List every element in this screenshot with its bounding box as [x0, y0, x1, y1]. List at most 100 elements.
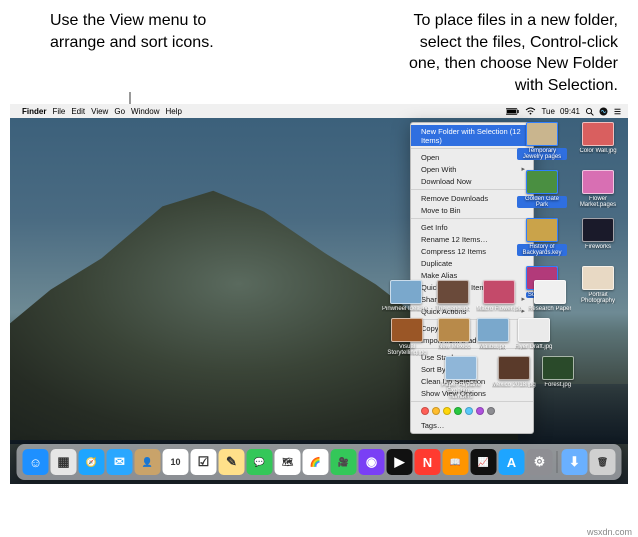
- desktop-file-icon[interactable]: Mexico 2018.jpg: [492, 356, 536, 400]
- desktop-file-icon[interactable]: Portrait Photography: [572, 266, 624, 310]
- file-label: Color Wall.jpg: [579, 148, 616, 154]
- battery-status-icon[interactable]: [506, 108, 520, 115]
- menubar-time[interactable]: 09:41: [560, 107, 580, 116]
- tag-color-dot[interactable]: [421, 407, 429, 415]
- file-label: History of Backyards.key: [517, 244, 567, 256]
- messages-icon[interactable]: 💬: [247, 449, 273, 475]
- desktop-file-icon[interactable]: Temporary Jewelry pages: [516, 122, 568, 166]
- desktop-file-icon[interactable]: Fireworks: [572, 218, 624, 262]
- file-thumbnail: [483, 280, 515, 304]
- watermark: wsxdn.com: [587, 527, 632, 537]
- context-menu-item[interactable]: Remove Downloads: [411, 192, 533, 204]
- downloads-icon[interactable]: ⬇: [562, 449, 588, 475]
- file-label: Malibu.jpg: [479, 344, 506, 350]
- spotlight-icon[interactable]: [585, 107, 594, 116]
- photos-icon[interactable]: 🌈: [303, 449, 329, 475]
- notification-center-icon[interactable]: [613, 107, 622, 116]
- siri-icon[interactable]: [599, 107, 608, 116]
- tag-color-dot[interactable]: [476, 407, 484, 415]
- file-label: Macro Flower.jpg: [476, 306, 522, 312]
- maps-icon[interactable]: 🗺: [275, 449, 301, 475]
- safari-icon[interactable]: 🧭: [79, 449, 105, 475]
- file-thumbnail: [582, 266, 614, 290]
- desktop-file-icon[interactable]: The gang.jpg: [435, 280, 470, 312]
- menubar-item-window[interactable]: Window: [131, 107, 159, 116]
- desktop-file-icon[interactable]: Malibu.jpg: [477, 318, 509, 356]
- desktop-file-icon[interactable]: Golden Gate Park: [516, 170, 568, 214]
- calendar-icon[interactable]: 10: [163, 449, 189, 475]
- desktop-file-icon[interactable]: Forest.jpg: [542, 356, 574, 400]
- news-icon[interactable]: N: [415, 449, 441, 475]
- context-menu-item[interactable]: Open With▸: [411, 163, 533, 175]
- contacts-icon[interactable]: 👤: [135, 449, 161, 475]
- context-menu-item[interactable]: Compress 12 Items: [411, 245, 533, 257]
- menubar-item-help[interactable]: Help: [165, 107, 181, 116]
- context-menu-item[interactable]: Move to Bin: [411, 204, 533, 216]
- desktop-file-icon[interactable]: New Mexico: [438, 318, 471, 356]
- annotation-right: To place files in a new folder, select t…: [388, 10, 618, 96]
- menubar-item-file[interactable]: File: [52, 107, 65, 116]
- context-menu-item[interactable]: Open: [411, 151, 533, 163]
- finder-icon[interactable]: ☺: [23, 449, 49, 475]
- file-label: Research Paper: [528, 306, 571, 312]
- wifi-status-icon[interactable]: [525, 107, 536, 115]
- menubar-app-name[interactable]: Finder: [22, 107, 46, 116]
- file-label: Mexico 2018.jpg: [492, 382, 536, 388]
- context-menu-item[interactable]: Get Info: [411, 221, 533, 233]
- trash-icon[interactable]: 🗑: [590, 449, 616, 475]
- desktop-file-icon[interactable]: Flyer Draft.jpg: [515, 318, 553, 356]
- tv-icon[interactable]: ▶: [387, 449, 413, 475]
- menubar-item-go[interactable]: Go: [114, 107, 125, 116]
- file-thumbnail: [526, 218, 558, 242]
- file-thumbnail: [526, 122, 558, 146]
- file-label: Paper Airplane Experim…numbers: [436, 382, 486, 400]
- menubar: Finder File Edit View Go Window Help Tue 09:4…: [10, 104, 628, 118]
- tag-color-dot[interactable]: [465, 407, 473, 415]
- file-label: Pinwheel Idea.jpg: [382, 306, 429, 312]
- desktop-file-icon[interactable]: Macro Flower.jpg: [476, 280, 522, 312]
- file-label: Temporary Jewelry pages: [517, 148, 567, 160]
- context-menu-item[interactable]: Duplicate: [411, 257, 533, 269]
- context-menu-item[interactable]: Download Now: [411, 175, 533, 187]
- desktop-file-icon[interactable]: Research Paper: [528, 280, 571, 312]
- notes-icon[interactable]: ✎: [219, 449, 245, 475]
- podcasts-icon[interactable]: ◉: [359, 449, 385, 475]
- desktop-file-icon[interactable]: Color Wall.jpg: [572, 122, 624, 166]
- reminders-icon[interactable]: ☑: [191, 449, 217, 475]
- desktop-file-icon[interactable]: Pinwheel Idea.jpg: [382, 280, 429, 312]
- tag-color-dot[interactable]: [454, 407, 462, 415]
- file-label: Portrait Photography: [573, 292, 623, 304]
- annotation-left: Use the View menu to arrange and sort ic…: [50, 10, 250, 96]
- facetime-icon[interactable]: 🎥: [331, 449, 357, 475]
- books-icon[interactable]: 📖: [443, 449, 469, 475]
- file-thumbnail: [391, 318, 423, 342]
- desktop-file-icon[interactable]: History of Backyards.key: [516, 218, 568, 262]
- desktop-file-icon[interactable]: Visual Storytelling.jpg: [382, 318, 432, 356]
- file-thumbnail: [542, 356, 574, 380]
- context-menu-item[interactable]: New Folder with Selection (12 Items): [411, 125, 533, 146]
- tag-color-dot[interactable]: [432, 407, 440, 415]
- file-thumbnail: [437, 280, 469, 304]
- dock: ☺▦🧭✉👤10☑✎💬🗺🌈🎥◉▶N📖📈A⚙ ⬇🗑: [17, 444, 622, 480]
- appstore-icon[interactable]: A: [499, 449, 525, 475]
- desktop-file-icon[interactable]: Flower Market.pages: [572, 170, 624, 214]
- mail-icon[interactable]: ✉: [107, 449, 133, 475]
- tag-color-dot[interactable]: [443, 407, 451, 415]
- launchpad-icon[interactable]: ▦: [51, 449, 77, 475]
- tag-color-dot[interactable]: [487, 407, 495, 415]
- preferences-icon[interactable]: ⚙: [527, 449, 553, 475]
- file-thumbnail: [582, 218, 614, 242]
- context-menu-tags-row[interactable]: [411, 404, 533, 419]
- desktop-file-icon[interactable]: Paper Airplane Experim…numbers: [436, 356, 486, 400]
- menubar-item-view[interactable]: View: [91, 107, 108, 116]
- file-thumbnail: [582, 170, 614, 194]
- file-thumbnail: [445, 356, 477, 380]
- menubar-item-edit[interactable]: Edit: [71, 107, 85, 116]
- file-thumbnail: [582, 122, 614, 146]
- menubar-day[interactable]: Tue: [541, 107, 555, 116]
- macos-desktop-screenshot: Finder File Edit View Go Window Help Tue 09:4…: [10, 104, 628, 484]
- context-menu-item[interactable]: Tags…: [411, 419, 533, 431]
- stocks-icon[interactable]: 📈: [471, 449, 497, 475]
- file-thumbnail: [498, 356, 530, 380]
- context-menu-item[interactable]: Rename 12 Items…: [411, 233, 533, 245]
